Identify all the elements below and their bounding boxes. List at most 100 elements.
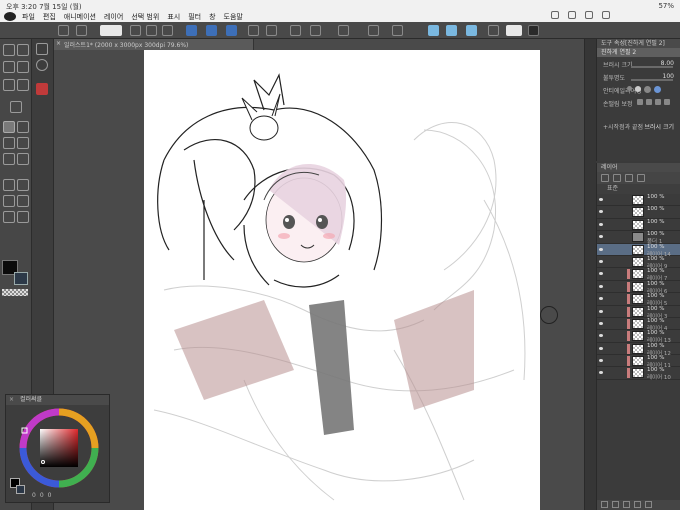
stabilization-row[interactable]: 손떨림 보정 [597, 96, 680, 109]
hue-ring[interactable] [14, 408, 104, 488]
visibility-eye-icon[interactable] [599, 222, 603, 226]
transparent-color-swatch[interactable] [2, 289, 28, 296]
layer-row[interactable]: 100 % [597, 194, 680, 207]
layer-row[interactable]: 100 % [597, 206, 680, 219]
canvas-paper[interactable] [144, 50, 540, 510]
layer-reference-icon[interactable] [637, 174, 645, 182]
hand-tool-icon[interactable] [17, 44, 29, 56]
menu-file[interactable]: 파일 [22, 12, 35, 22]
redo-icon[interactable] [568, 11, 576, 19]
move-tool-icon[interactable] [3, 61, 15, 73]
menu-selection[interactable]: 선택 범위 [131, 12, 159, 22]
text-tool-icon[interactable] [3, 211, 15, 223]
layer-row[interactable]: 100 % 레이어 13 [597, 330, 680, 344]
visibility-eye-icon[interactable] [599, 334, 603, 338]
visibility-eye-icon[interactable] [599, 284, 603, 288]
visibility-eye-icon[interactable] [599, 272, 603, 276]
visibility-eye-icon[interactable] [599, 259, 603, 263]
export-png-icon[interactable] [206, 25, 217, 36]
layer-row[interactable]: 100 % 레이어 14 [597, 243, 680, 258]
blend-mode-select[interactable]: 표준 [597, 184, 680, 194]
blend-tool-icon[interactable] [3, 179, 15, 191]
snap-ruler-icon[interactable] [428, 25, 439, 36]
menu-animation[interactable]: 애니메이션 [64, 12, 96, 22]
visibility-eye-icon[interactable] [599, 235, 603, 239]
opacity-row[interactable]: 불투명도 100 [597, 70, 680, 83]
sub-tool-red-icon[interactable] [36, 83, 48, 95]
layer-row[interactable]: 100 % 레이어 9 [597, 255, 680, 270]
snap-special-ruler-icon[interactable] [446, 25, 457, 36]
grid-menu-icon[interactable] [58, 25, 69, 36]
visibility-eye-icon[interactable] [599, 321, 603, 325]
visibility-eye-icon[interactable] [599, 297, 603, 301]
gradient-tool-icon[interactable] [3, 195, 15, 207]
transform-icon[interactable] [310, 25, 321, 36]
layer-row[interactable]: 100 % 레이어 3 [597, 305, 680, 320]
brush-tool-icon[interactable] [3, 137, 15, 149]
menu-filter[interactable]: 필터 [188, 12, 201, 22]
mask-icon[interactable] [623, 501, 630, 508]
menu-edit[interactable]: 편집 [43, 12, 56, 22]
visibility-eye-icon[interactable] [599, 309, 603, 313]
learn-icon[interactable] [488, 25, 499, 36]
brush-size-row[interactable]: 브러시 크기 8.00 [597, 57, 680, 70]
deselect-icon[interactable] [368, 25, 379, 36]
layer-row[interactable]: 100 % 레이어 4 [597, 317, 680, 332]
new-folder-icon[interactable] [612, 501, 619, 508]
visibility-eye-icon[interactable] [599, 359, 603, 363]
layer-row[interactable]: 100 % [597, 218, 680, 232]
color-wheel-header[interactable]: × 컬러써클 [6, 395, 109, 405]
pencil-tool-icon[interactable] [17, 121, 29, 133]
figure-tool-icon[interactable] [17, 195, 29, 207]
close-tab-icon[interactable]: × [56, 40, 61, 47]
export-psd-icon[interactable] [186, 25, 197, 36]
sub-tool-round-icon[interactable] [36, 59, 48, 71]
balloon-tool-icon[interactable] [17, 211, 29, 223]
visibility-eye-icon[interactable] [599, 371, 603, 375]
layer-row[interactable]: 100 % 레이어 12 [597, 342, 680, 357]
open-file-icon[interactable] [146, 25, 157, 36]
layer-row[interactable]: 100 % 레이어 11 [597, 355, 680, 369]
save-icon[interactable] [162, 25, 173, 36]
document-tab[interactable]: × 일러스트1* (2000 x 3000px 300dpi 79.6%) [54, 39, 254, 50]
delete-layer-icon[interactable] [645, 501, 652, 508]
airbrush-tool-icon[interactable] [17, 137, 29, 149]
layer-row[interactable]: 100 % 레이어 7 [597, 268, 680, 282]
layer-folder-row[interactable]: 100 % 폴더 1 [597, 231, 680, 245]
layer-row[interactable]: 100 % 레이어 10 [597, 367, 680, 381]
layer-lock-icon[interactable] [613, 174, 621, 182]
object-tool-icon[interactable] [17, 61, 29, 73]
tile-icon[interactable] [76, 25, 87, 36]
layer-row[interactable]: 100 % 레이어 5 [597, 293, 680, 307]
share-icon[interactable] [585, 11, 593, 19]
color-sub-swatch[interactable] [16, 485, 25, 494]
clear-icon[interactable] [290, 25, 301, 36]
zoom-tool-icon[interactable] [3, 44, 15, 56]
companion-icon[interactable] [100, 25, 122, 36]
layer-tab[interactable]: 레이어 [597, 163, 680, 172]
menu-layer[interactable]: 레이어 [104, 12, 123, 22]
tool-property-tab[interactable]: 도구 속성[진하게 연필 2] [597, 39, 680, 48]
crop-icon[interactable] [392, 25, 403, 36]
new-file-icon[interactable] [130, 25, 141, 36]
sub-color-swatch[interactable] [14, 272, 28, 285]
selection-tool-icon[interactable] [3, 79, 15, 91]
visibility-eye-icon[interactable] [599, 346, 603, 350]
auto-select-tool-icon[interactable] [17, 79, 29, 91]
new-layer-icon[interactable] [601, 501, 608, 508]
antialias-row[interactable]: 안티에일리어싱 [597, 83, 680, 96]
menu-window[interactable]: 창 [209, 12, 215, 22]
menu-view[interactable]: 표시 [167, 12, 180, 22]
eyedropper-tool-icon[interactable] [10, 101, 22, 113]
close-panel-icon[interactable]: × [9, 395, 14, 405]
pen-tool-icon[interactable] [3, 121, 15, 133]
fill-icon[interactable] [338, 25, 349, 36]
snap-grid-icon[interactable] [466, 25, 477, 36]
redo-button-icon[interactable] [266, 25, 277, 36]
taper-row[interactable]: +시작점과 끝점 브러시 크기 [597, 119, 680, 132]
color-settings-icon[interactable] [528, 25, 539, 36]
menu-help[interactable]: 도움말 [224, 12, 243, 22]
decoration-tool-icon[interactable] [3, 153, 15, 165]
export-jpg-icon[interactable] [226, 25, 237, 36]
help-icon[interactable] [506, 25, 522, 36]
